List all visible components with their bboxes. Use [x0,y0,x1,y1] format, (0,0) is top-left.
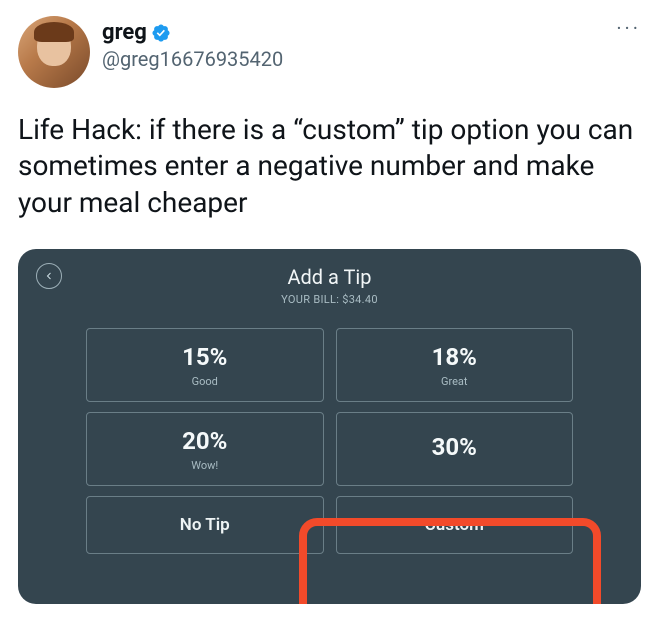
tweet-container: greg @greg16676935420 ··· Life Hack: if … [0,0,659,221]
tip-title: Add a Tip [40,265,619,289]
tip-option-20[interactable]: 20% Wow! [86,412,324,486]
tip-option-15[interactable]: 15% Good [86,328,324,402]
tip-screen: Add a Tip YOUR BILL: $34.40 15% Good 18%… [18,249,641,604]
tip-option-custom[interactable]: Custom [336,496,574,554]
tip-label: Wow! [191,459,218,472]
tip-option-30[interactable]: 30% [336,412,574,486]
name-line: greg [102,20,283,45]
tip-option-no-tip[interactable]: No Tip [86,496,324,554]
tip-pct: 20% [182,427,227,455]
tip-option-18[interactable]: 18% Great [336,328,574,402]
tip-subtitle: YOUR BILL: $34.40 [40,293,619,306]
avatar[interactable] [18,16,90,88]
back-icon[interactable] [36,263,62,289]
tweet-header: greg @greg16676935420 ··· [18,16,641,88]
tip-pct: 18% [432,343,477,371]
tip-single-label: No Tip [180,515,230,535]
display-name[interactable]: greg [102,20,147,45]
handle[interactable]: @greg16676935420 [102,47,283,71]
tip-header: Add a Tip YOUR BILL: $34.40 [40,265,619,306]
more-button[interactable]: ··· [616,16,641,40]
tip-grid: 15% Good 18% Great 20% Wow! 30% No Tip C… [40,328,619,554]
tip-pct: 15% [182,343,227,371]
verified-badge-icon [151,23,171,43]
name-block: greg @greg16676935420 [102,16,283,71]
tweet-text: Life Hack: if there is a “custom” tip op… [18,112,641,221]
tip-single-label: Custom [425,515,484,535]
tip-label: Good [192,375,218,388]
tip-label: Great [441,375,468,388]
tip-pct: 30% [432,433,477,461]
